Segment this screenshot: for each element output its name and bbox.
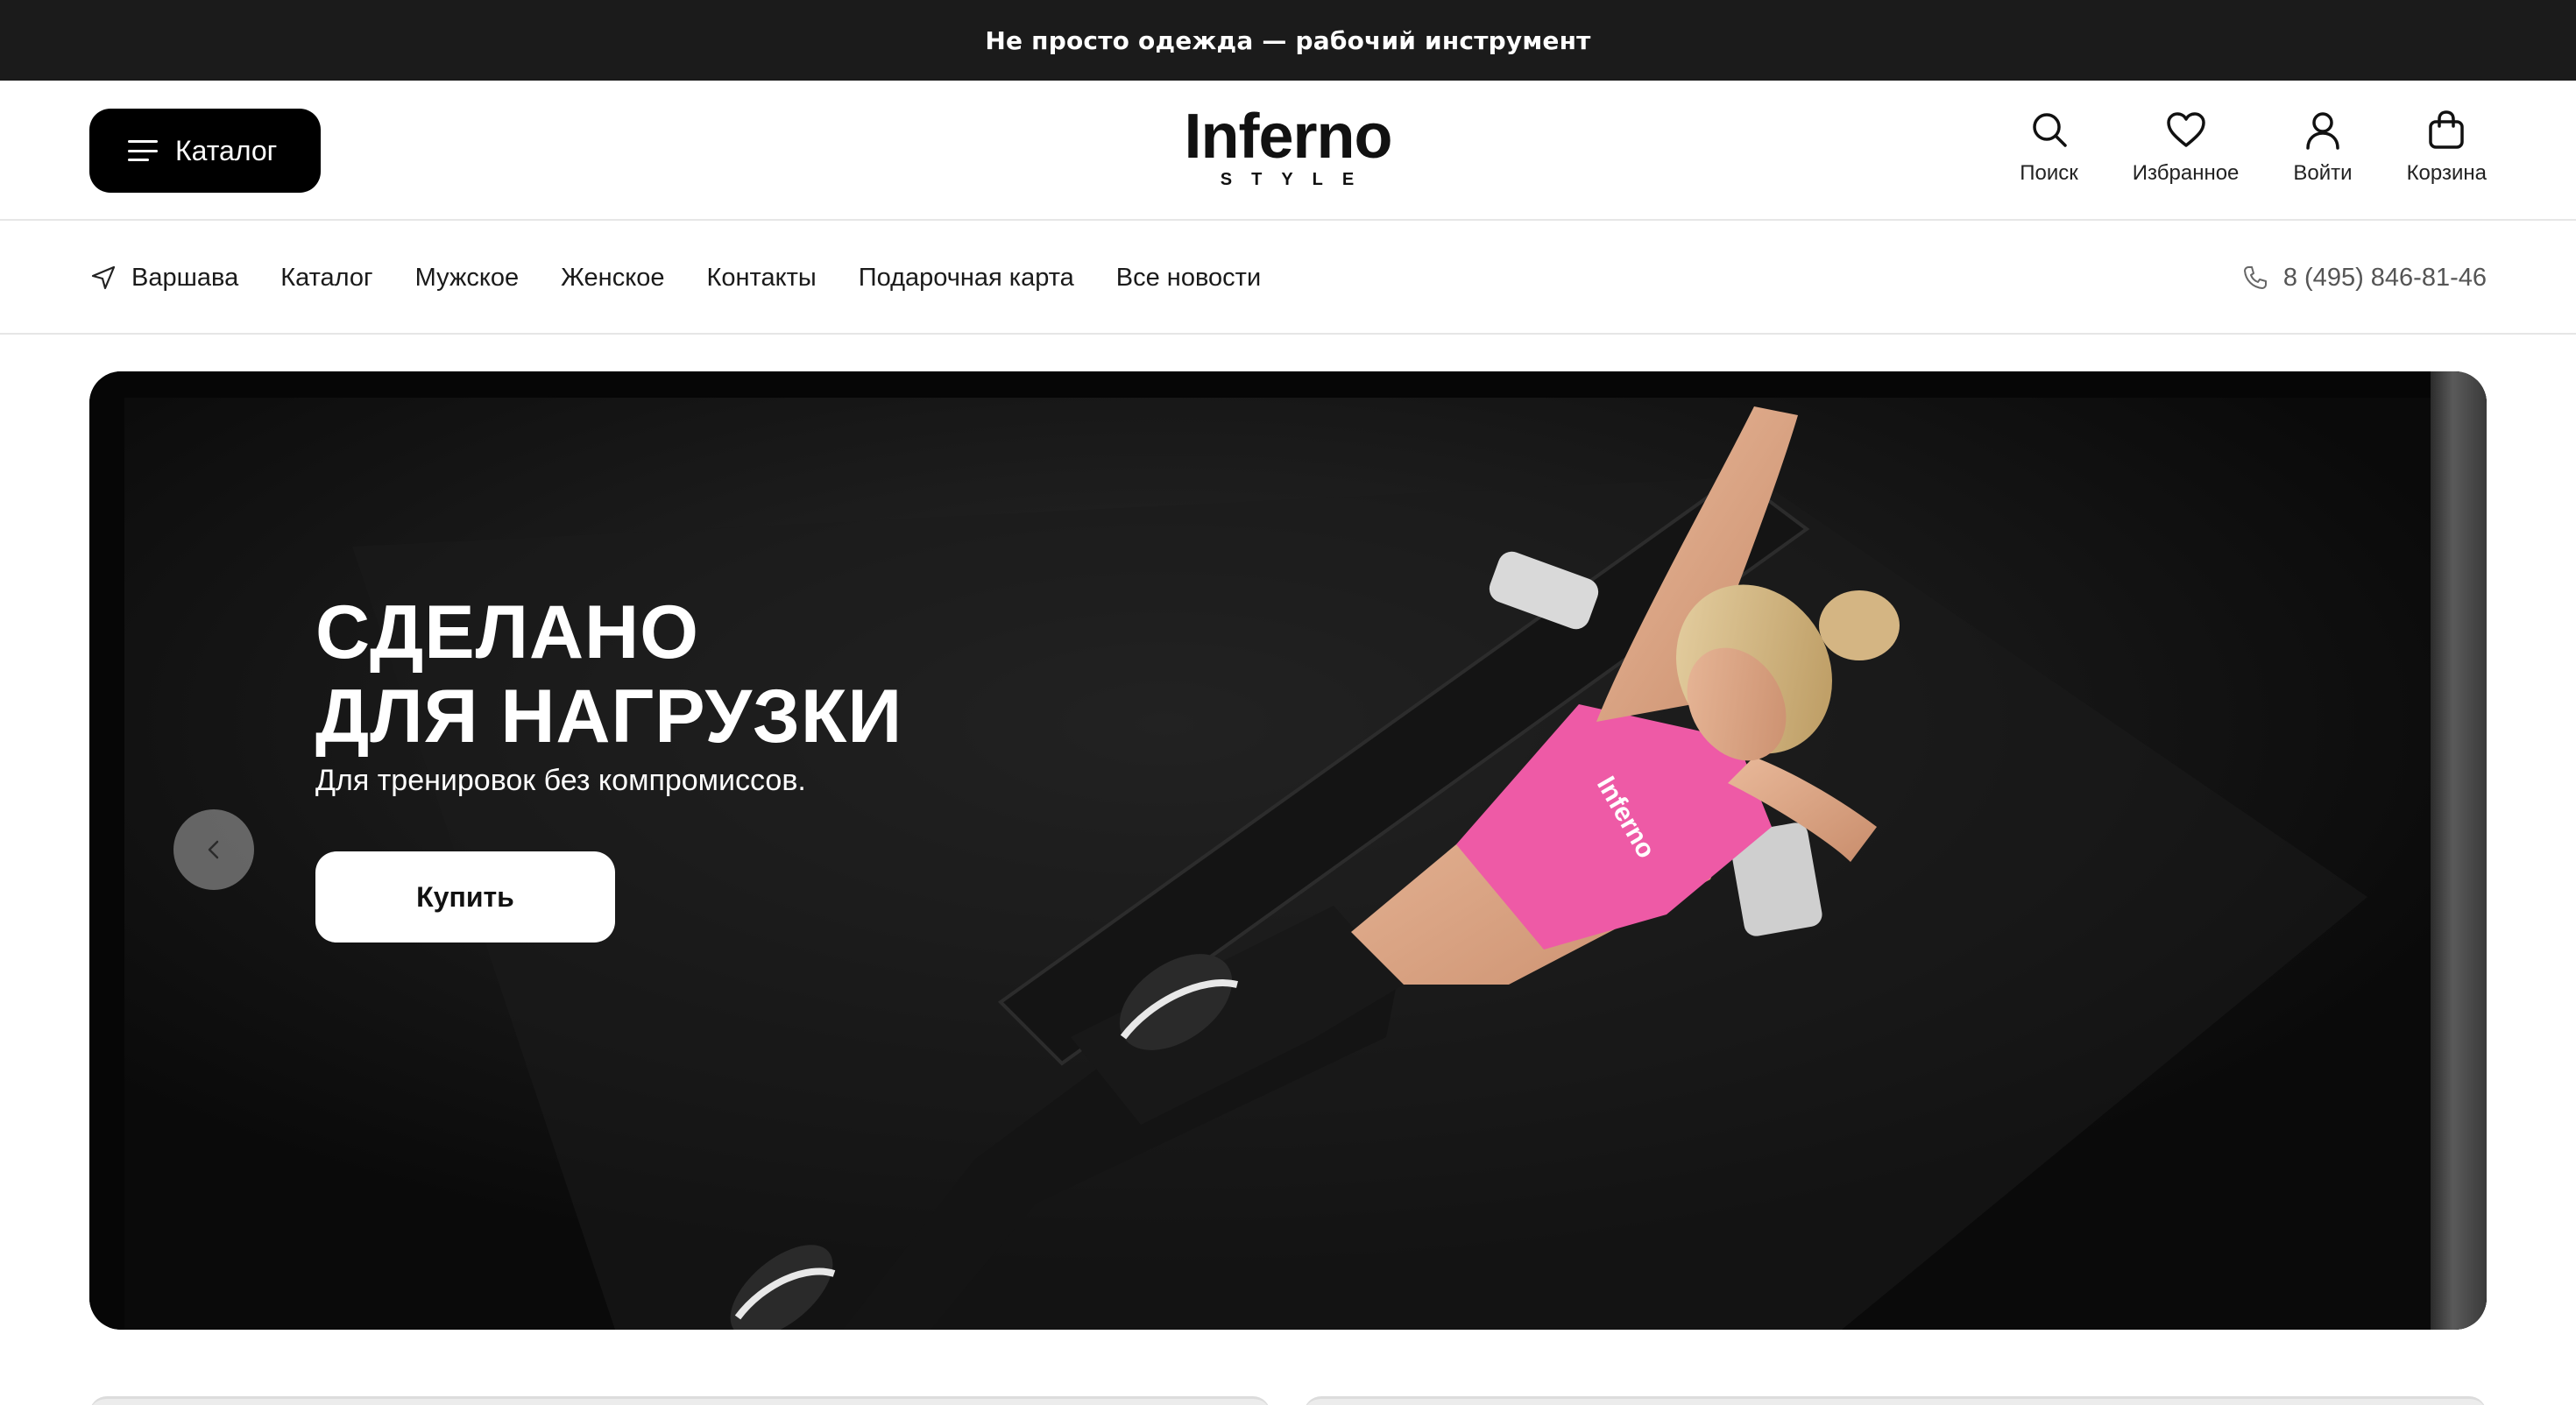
bag-icon [2429, 110, 2465, 149]
search-icon [2032, 113, 2067, 147]
nav-item-gift-card[interactable]: Подарочная карта [859, 264, 1074, 293]
main-nav: Варшава Каталог Мужское Женское Контакты… [0, 221, 2576, 335]
login-button[interactable]: Войти [2293, 109, 2353, 196]
phone-link[interactable]: 8 (495) 846-81-46 [2241, 221, 2487, 335]
nav-item-contacts[interactable]: Контакты [706, 264, 816, 293]
cart-label: Корзина [2406, 161, 2487, 185]
announcement-bar: Не просто одежда — рабочий инструмент [0, 0, 2576, 81]
hero-slider: Inferno СДЕЛАНО ДЛЯ НАГРУЗКИ Для трениро… [89, 371, 2487, 1330]
header-actions: Поиск Избранное Войти Корзина [1965, 109, 2487, 196]
nav-item-women[interactable]: Женское [561, 264, 664, 293]
menu-icon [128, 140, 158, 161]
buy-button[interactable]: Купить [315, 851, 615, 943]
location-arrow-icon [91, 265, 116, 290]
logo[interactable]: Inferno STYLE [1165, 105, 1411, 201]
catalog-button[interactable]: Каталог [89, 109, 321, 193]
announcement-text: Не просто одежда — рабочий инструмент [985, 25, 1591, 55]
card-peek-right[interactable] [1304, 1396, 2487, 1405]
search-button[interactable]: Поиск [2020, 109, 2078, 196]
city-selector[interactable]: Варшава [89, 264, 238, 293]
hero-title: СДЕЛАНО ДЛЯ НАГРУЗКИ [315, 590, 902, 759]
favorites-button[interactable]: Избранное [2132, 109, 2240, 196]
nav-links: Варшава Каталог Мужское Женское Контакты… [89, 221, 1303, 335]
cards-row-peek [89, 1396, 2487, 1405]
nav-item-news[interactable]: Все новости [1116, 264, 1261, 293]
heart-icon [2166, 112, 2205, 147]
slider-prev-button[interactable] [173, 809, 254, 890]
card-peek-left[interactable] [89, 1396, 1270, 1405]
nav-item-catalog[interactable]: Каталог [280, 264, 372, 293]
cart-button[interactable]: Корзина [2407, 109, 2487, 196]
phone-number: 8 (495) 846-81-46 [2282, 263, 2487, 292]
logo-sub-text: STYLE [1220, 170, 1374, 189]
site-header: Каталог Inferno STYLE Поиск Избранное Во… [0, 81, 2576, 221]
hero-title-line-1: СДЕЛАНО [315, 590, 700, 674]
favorites-label: Избранное [2132, 161, 2240, 185]
hero-subtitle: Для тренировок без компромиссов. [315, 764, 806, 797]
user-icon [2306, 112, 2339, 150]
nav-item-men[interactable]: Мужское [415, 264, 519, 293]
chevron-left-icon [208, 840, 219, 859]
hero-image: Inferno [89, 371, 2487, 1330]
city-label: Варшава [131, 263, 239, 292]
phone-icon [2243, 266, 2267, 289]
catalog-button-label: Каталог [175, 134, 278, 166]
search-label: Поиск [2020, 161, 2078, 185]
buy-button-label: Купить [416, 880, 514, 913]
logo-main-text: Inferno [1184, 102, 1393, 172]
hero-title-line-2: ДЛЯ НАГРУЗКИ [315, 674, 903, 759]
next-slide-preview[interactable] [2431, 371, 2487, 1330]
login-label: Войти [2293, 161, 2353, 185]
